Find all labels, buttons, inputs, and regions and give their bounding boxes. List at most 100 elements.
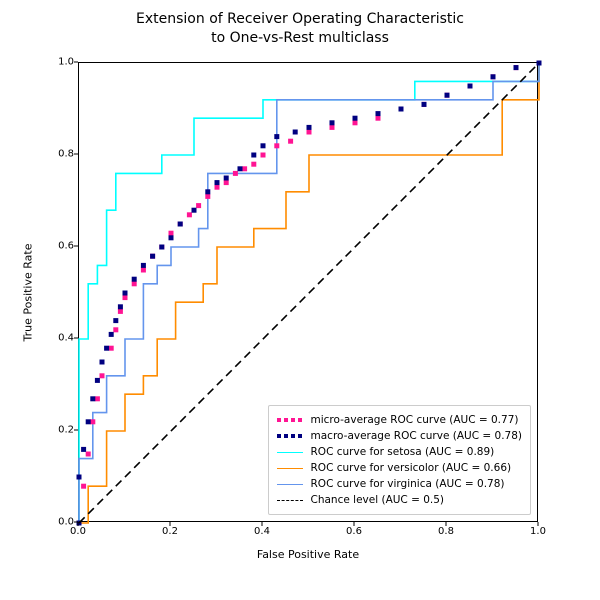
roc-point <box>141 268 146 273</box>
legend-item-setosa: ROC curve for setosa (AUC = 0.89) <box>277 444 522 460</box>
roc-point <box>109 332 114 337</box>
legend-label-versicolor: ROC curve for versicolor (AUC = 0.66) <box>311 460 512 476</box>
x-axis-label: False Positive Rate <box>78 548 538 561</box>
x-tick-label: 0.4 <box>254 526 270 537</box>
x-tick-mark <box>354 522 355 526</box>
roc-point <box>215 180 220 185</box>
legend-item-versicolor: ROC curve for versicolor (AUC = 0.66) <box>277 460 522 476</box>
chart-title-line-1: Extension of Receiver Operating Characte… <box>136 11 464 27</box>
roc-point <box>238 166 243 171</box>
roc-point <box>132 281 137 286</box>
x-tick-label: 0.0 <box>70 526 86 537</box>
y-tick-mark <box>74 154 78 155</box>
x-tick-label: 0.2 <box>162 526 178 537</box>
y-tick-label: 1.0 <box>50 57 74 68</box>
roc-point <box>274 143 279 148</box>
roc-point <box>109 346 114 351</box>
x-tick-mark <box>170 522 171 526</box>
x-tick-mark <box>262 522 263 526</box>
roc-point <box>81 484 86 489</box>
legend-swatch-setosa <box>277 446 303 458</box>
roc-point <box>288 139 293 144</box>
y-tick-mark <box>74 338 78 339</box>
legend-label-virginica: ROC curve for virginica (AUC = 0.78) <box>311 476 505 492</box>
roc-point <box>100 373 105 378</box>
roc-point <box>422 102 427 107</box>
x-tick-label: 1.0 <box>530 526 546 537</box>
roc-point <box>468 84 473 89</box>
roc-point <box>261 153 266 158</box>
roc-point <box>196 203 201 208</box>
roc-point <box>81 447 86 452</box>
x-tick-mark <box>538 522 539 526</box>
roc-point <box>353 120 358 125</box>
roc-point <box>307 130 312 135</box>
roc-point <box>159 245 164 250</box>
roc-point <box>251 153 256 158</box>
axes-area: micro-average ROC curve (AUC = 0.77) mac… <box>78 62 538 522</box>
roc-point <box>113 318 118 323</box>
roc-point <box>90 396 95 401</box>
roc-point <box>150 254 155 259</box>
roc-point <box>192 208 197 213</box>
y-tick-label: 0.2 <box>50 425 74 436</box>
y-tick-label: 0.4 <box>50 333 74 344</box>
legend: micro-average ROC curve (AUC = 0.77) mac… <box>268 405 531 515</box>
roc-point <box>330 125 335 130</box>
roc-point <box>118 304 123 309</box>
legend-label-setosa: ROC curve for setosa (AUC = 0.89) <box>311 444 495 460</box>
roc-point <box>224 180 229 185</box>
legend-item-chance: Chance level (AUC = 0.5) <box>277 492 522 508</box>
roc-point <box>376 116 381 121</box>
x-tick-mark <box>446 522 447 526</box>
roc-point <box>205 189 210 194</box>
roc-point <box>95 396 100 401</box>
legend-label-micro: micro-average ROC curve (AUC = 0.77) <box>311 412 519 428</box>
roc-point <box>399 107 404 112</box>
roc-point <box>307 125 312 130</box>
roc-point <box>104 346 109 351</box>
y-tick-mark <box>74 522 78 523</box>
roc-point <box>141 263 146 268</box>
roc-point <box>251 162 256 167</box>
roc-point <box>491 74 496 79</box>
roc-point <box>132 277 137 282</box>
roc-point <box>95 378 100 383</box>
y-tick-mark <box>74 246 78 247</box>
y-tick-label: 0.8 <box>50 149 74 160</box>
roc-point <box>293 130 298 135</box>
legend-swatch-micro <box>277 414 303 426</box>
y-tick-label: 0.6 <box>50 241 74 252</box>
legend-item-micro: micro-average ROC curve (AUC = 0.77) <box>277 412 522 428</box>
roc-point <box>261 143 266 148</box>
roc-point <box>205 194 210 199</box>
roc-point <box>90 419 95 424</box>
y-axis-label: True Positive Rate <box>18 62 38 522</box>
legend-label-chance: Chance level (AUC = 0.5) <box>311 492 445 508</box>
y-tick-label: 0.0 <box>50 517 74 528</box>
y-tick-mark <box>74 62 78 63</box>
legend-swatch-macro <box>277 430 303 442</box>
roc-point <box>178 222 183 227</box>
y-tick-mark <box>74 430 78 431</box>
roc-point <box>100 360 105 365</box>
roc-point <box>86 419 91 424</box>
roc-point <box>224 176 229 181</box>
roc-point <box>376 111 381 116</box>
legend-item-virginica: ROC curve for virginica (AUC = 0.78) <box>277 476 522 492</box>
roc-point <box>169 231 174 236</box>
y-axis-label-text: True Positive Rate <box>22 243 35 341</box>
legend-swatch-chance <box>277 494 303 506</box>
roc-point <box>77 475 82 480</box>
roc-point <box>123 291 128 296</box>
roc-point <box>215 185 220 190</box>
roc-point <box>169 235 174 240</box>
roc-point <box>118 309 123 314</box>
legend-label-macro: macro-average ROC curve (AUC = 0.78) <box>311 428 522 444</box>
roc-point <box>187 212 192 217</box>
x-tick-label: 0.8 <box>438 526 454 537</box>
x-tick-label: 0.6 <box>346 526 362 537</box>
legend-swatch-virginica <box>277 478 303 490</box>
legend-item-macro: macro-average ROC curve (AUC = 0.78) <box>277 428 522 444</box>
roc-point <box>445 93 450 98</box>
